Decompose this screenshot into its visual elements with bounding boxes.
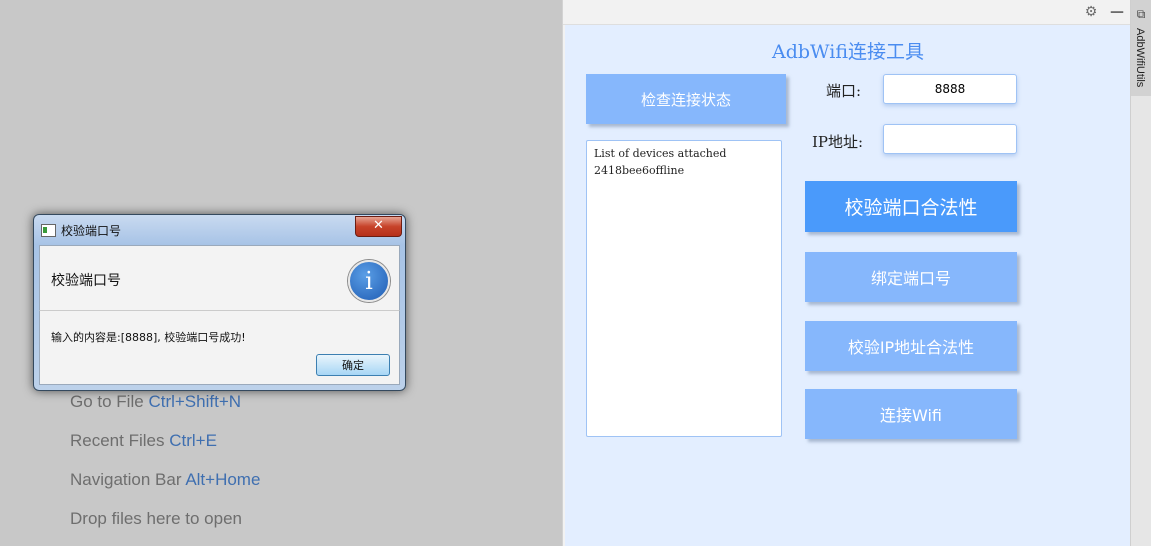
close-icon[interactable]: ✕ (355, 216, 402, 237)
hint-go-to-file: Go to File Ctrl+Shift+N (70, 392, 241, 412)
ok-button[interactable]: 确定 (316, 354, 390, 376)
minimize-icon[interactable]: — (1108, 3, 1126, 21)
port-label: 端口: (826, 82, 862, 100)
dialog-header: 校验端口号 i (39, 245, 400, 311)
port-input[interactable] (883, 74, 1017, 104)
hint-shortcut: Alt+Home (185, 470, 261, 489)
devices-output-line: List of devices attached (594, 147, 727, 160)
devices-output-area[interactable]: List of devices attached 2418bee6offline (586, 140, 782, 437)
dialog-app-icon (41, 224, 56, 237)
right-tool-strip: ⧉ AdbWifiUtils (1130, 0, 1151, 546)
app-title: AdbWifi连接工具 (772, 41, 924, 63)
hint-text: Recent Files (70, 431, 165, 450)
adbwifi-tool-window: ⚙ — AdbWifi连接工具 检查连接状态 端口: IP地址: List of… (562, 0, 1131, 546)
dialog-title: 校验端口号 (61, 224, 122, 238)
tool-window-header: ⚙ — (563, 0, 1131, 25)
tool-content: AdbWifi连接工具 检查连接状态 端口: IP地址: List of dev… (565, 25, 1131, 546)
devices-output-line: 2418bee6offline (594, 164, 685, 177)
hint-navigation-bar: Navigation Bar Alt+Home (70, 470, 260, 490)
check-status-button[interactable]: 检查连接状态 (586, 74, 786, 124)
validate-ip-button[interactable]: 校验IP地址合法性 (805, 321, 1017, 371)
connect-wifi-button[interactable]: 连接Wifi (805, 389, 1017, 439)
hint-text: Drop files here to open (70, 509, 242, 528)
hint-text: Go to File (70, 392, 144, 411)
adbwifiutils-tab[interactable]: ⧉ AdbWifiUtils (1131, 0, 1151, 96)
hint-text: Navigation Bar (70, 470, 182, 489)
ip-label: IP地址: (812, 133, 864, 151)
dialog-body: 输入的内容是:[8888], 校验端口号成功! 确定 (39, 311, 400, 385)
hint-drop-files: Drop files here to open (70, 509, 242, 529)
port-validation-dialog: 校验端口号 ✕ 校验端口号 i 输入的内容是:[8888], 校验端口号成功! … (33, 214, 406, 391)
gear-icon[interactable]: ⚙ (1082, 3, 1100, 21)
hint-recent-files: Recent Files Ctrl+E (70, 431, 217, 451)
tool-window-icon: ⧉ (1136, 7, 1146, 21)
hint-shortcut: Ctrl+E (169, 431, 217, 450)
validate-port-button[interactable]: 校验端口合法性 (805, 181, 1017, 232)
bind-port-button[interactable]: 绑定端口号 (805, 252, 1017, 302)
info-icon: i (348, 260, 390, 302)
adbwifiutils-tab-label: AdbWifiUtils (1134, 28, 1146, 88)
dialog-message: 输入的内容是:[8888], 校验端口号成功! (51, 331, 246, 344)
dialog-header-text: 校验端口号 (51, 273, 121, 289)
hint-shortcut: Ctrl+Shift+N (148, 392, 242, 411)
ip-input[interactable] (883, 124, 1017, 154)
